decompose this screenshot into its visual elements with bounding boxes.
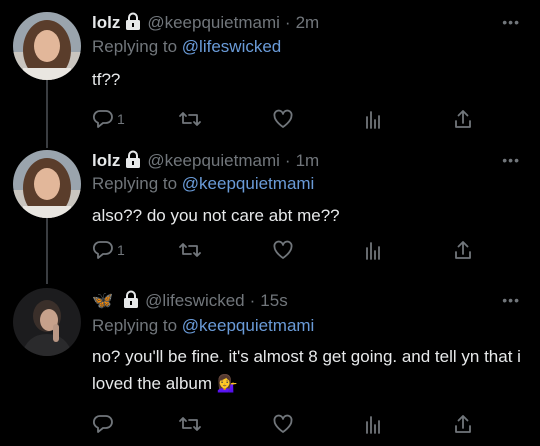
analytics-icon bbox=[366, 416, 380, 434]
lock-icon bbox=[123, 290, 139, 313]
tweet-text: tf?? bbox=[92, 70, 121, 89]
like-button[interactable] bbox=[272, 238, 294, 262]
separator-dot: · bbox=[284, 151, 291, 170]
like-icon bbox=[273, 414, 293, 433]
separator-dot: · bbox=[249, 291, 256, 310]
timestamp[interactable]: 2m bbox=[296, 13, 320, 33]
reply-count: 1 bbox=[117, 111, 125, 127]
reply-count: 1 bbox=[117, 242, 125, 258]
replying-to: Replying to @keepquietmami bbox=[92, 174, 314, 194]
like-button[interactable] bbox=[272, 107, 294, 131]
reply-icon bbox=[92, 110, 113, 128]
tweet-header: lolz @keepquietmami · 2m bbox=[92, 12, 319, 34]
tweet-text: also?? do you not care abt me?? bbox=[92, 206, 340, 225]
tweet[interactable]: lolz @keepquietmami · 1m ••• Replying to… bbox=[0, 148, 540, 288]
analytics-button[interactable] bbox=[362, 238, 384, 262]
retweet-button[interactable] bbox=[178, 107, 202, 131]
like-icon bbox=[273, 240, 293, 259]
reply-button[interactable] bbox=[92, 412, 114, 436]
analytics-button[interactable] bbox=[362, 107, 384, 131]
display-name[interactable]: 🦋 bbox=[92, 291, 113, 311]
retweet-button[interactable] bbox=[178, 238, 202, 262]
analytics-icon bbox=[366, 242, 380, 260]
tweet-text: no? you'll be fine. it's almost 8 get go… bbox=[92, 347, 521, 393]
share-icon bbox=[455, 241, 471, 259]
lock-icon bbox=[125, 12, 141, 35]
reply-button[interactable]: 1 bbox=[92, 107, 125, 131]
avatar[interactable] bbox=[13, 288, 81, 356]
retweet-icon bbox=[179, 112, 201, 126]
tweet[interactable]: lolz @keepquietmami · 2m ••• Replying to… bbox=[0, 0, 540, 148]
analytics-button[interactable] bbox=[362, 412, 384, 436]
reply-icon bbox=[92, 415, 113, 433]
separator-dot: · bbox=[284, 13, 291, 32]
mention-link[interactable]: @keepquietmami bbox=[182, 174, 315, 193]
like-button[interactable] bbox=[272, 412, 294, 436]
display-name[interactable]: lolz bbox=[92, 13, 120, 33]
tweet[interactable]: 🦋 @lifeswicked · 15s ••• Replying to @ke… bbox=[0, 288, 540, 446]
retweet-icon bbox=[179, 417, 201, 431]
retweet-button[interactable] bbox=[178, 412, 202, 436]
analytics-icon bbox=[366, 111, 380, 129]
retweet-icon bbox=[179, 243, 201, 257]
timestamp[interactable]: 1m bbox=[296, 151, 320, 171]
replying-to: Replying to @keepquietmami bbox=[92, 316, 314, 336]
tweet-header: 🦋 @lifeswicked · 15s bbox=[92, 290, 288, 312]
reply-button[interactable]: 1 bbox=[92, 238, 125, 262]
display-name[interactable]: lolz bbox=[92, 151, 120, 171]
reply-icon bbox=[92, 241, 113, 259]
replying-to: Replying to @lifeswicked bbox=[92, 37, 281, 57]
more-icon[interactable]: ••• bbox=[502, 14, 520, 30]
tweet-header: lolz @keepquietmami · 1m bbox=[92, 150, 319, 172]
share-button[interactable] bbox=[452, 107, 474, 131]
timestamp[interactable]: 15s bbox=[260, 291, 287, 311]
more-icon[interactable]: ••• bbox=[502, 152, 520, 168]
replying-to-label: Replying to bbox=[92, 37, 178, 56]
share-button[interactable] bbox=[452, 412, 474, 436]
share-icon bbox=[455, 110, 471, 128]
replying-to-label: Replying to bbox=[92, 316, 178, 335]
like-icon bbox=[273, 109, 293, 128]
replying-to-label: Replying to bbox=[92, 174, 178, 193]
lock-icon bbox=[125, 150, 141, 173]
handle[interactable]: @lifeswicked bbox=[145, 291, 244, 311]
handle[interactable]: @keepquietmami bbox=[147, 13, 280, 33]
avatar[interactable] bbox=[13, 150, 81, 218]
share-button[interactable] bbox=[452, 238, 474, 262]
handle[interactable]: @keepquietmami bbox=[147, 151, 280, 171]
action-bar bbox=[92, 412, 492, 436]
mention-link[interactable]: @lifeswicked bbox=[182, 37, 281, 56]
mention-link[interactable]: @keepquietmami bbox=[182, 316, 315, 335]
action-bar: 1 bbox=[92, 107, 492, 131]
avatar[interactable] bbox=[13, 12, 81, 80]
more-icon[interactable]: ••• bbox=[502, 292, 520, 308]
share-icon bbox=[455, 415, 471, 433]
action-bar: 1 bbox=[92, 238, 492, 262]
